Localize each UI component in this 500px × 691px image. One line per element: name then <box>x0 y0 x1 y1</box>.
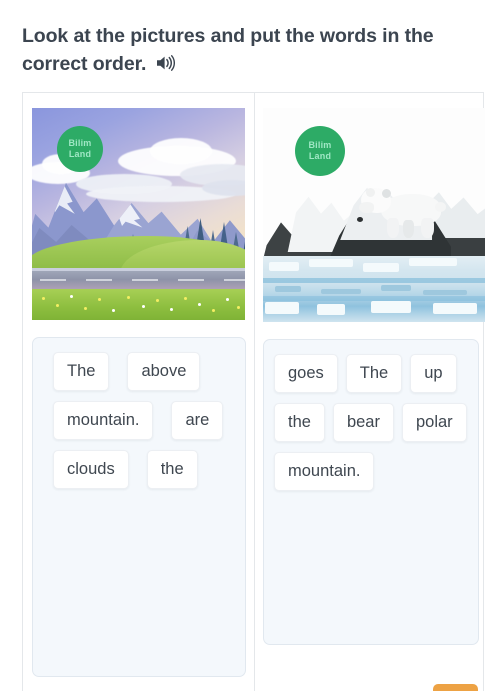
bilimland-logo: Bilim Land <box>57 126 103 172</box>
word-chip[interactable]: are <box>171 401 224 440</box>
word-chip[interactable]: goes <box>274 354 338 393</box>
exercise-column-2: Bilim Land goes The up the bear polar mo… <box>255 93 486 691</box>
word-chip[interactable]: up <box>410 354 457 393</box>
word-bank-column-1[interactable]: The above mountain. are clouds the <box>32 337 246 677</box>
task-header: Look at the pictures and put the words i… <box>22 22 482 78</box>
bilimland-logo: Bilim Land <box>295 126 345 176</box>
check-button[interactable] <box>433 684 478 691</box>
word-chip[interactable]: the <box>146 450 198 489</box>
polar-bear-figure <box>357 184 446 240</box>
polar-bear-image: Bilim Land <box>263 108 485 322</box>
logo-line-2: Land <box>308 151 332 161</box>
word-chip[interactable]: clouds <box>53 450 129 489</box>
word-chip[interactable]: above <box>127 352 201 391</box>
word-chip[interactable]: mountain. <box>53 401 154 440</box>
speaker-icon[interactable] <box>155 54 176 72</box>
exercise-frame: Bilim Land The above mountain. are cloud… <box>22 92 486 691</box>
page-title: Look at the pictures and put the words i… <box>22 25 434 75</box>
word-chip[interactable]: polar <box>401 403 467 442</box>
logo-line-2: Land <box>68 149 92 159</box>
mountain-landscape-image: Bilim Land <box>32 108 245 320</box>
word-chip[interactable]: bear <box>332 403 394 442</box>
word-chip[interactable]: The <box>53 352 110 391</box>
logo-line-1: Bilim <box>68 138 92 148</box>
exercise-column-1: Bilim Land The above mountain. are cloud… <box>23 93 254 691</box>
word-chip[interactable]: the <box>274 403 325 442</box>
word-bank-column-2[interactable]: goes The up the bear polar mountain. <box>263 339 479 645</box>
exercise-page: Look at the pictures and put the words i… <box>0 0 500 691</box>
word-chip[interactable]: mountain. <box>274 452 375 491</box>
logo-line-1: Bilim <box>308 140 332 150</box>
word-chip[interactable]: The <box>345 354 403 393</box>
